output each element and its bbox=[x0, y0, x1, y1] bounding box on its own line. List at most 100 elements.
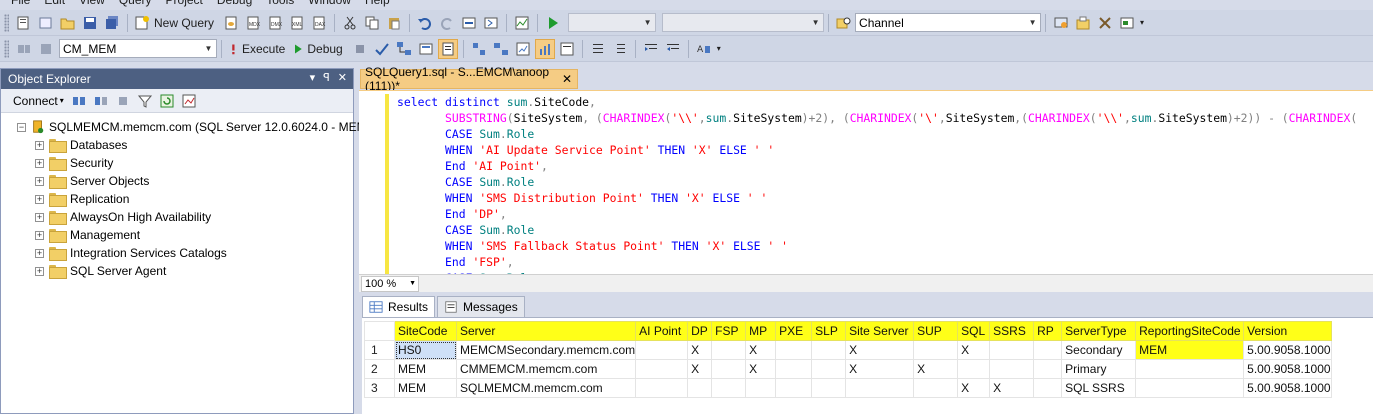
table-cell[interactable] bbox=[811, 378, 847, 398]
table-cell[interactable]: CMMEMCM.memcm.com bbox=[455, 359, 637, 379]
column-header[interactable]: AI Point bbox=[635, 321, 689, 341]
navigate-forward-icon[interactable] bbox=[481, 13, 501, 33]
live-query-statistics-icon[interactable] bbox=[513, 39, 533, 59]
filter-icon[interactable] bbox=[135, 91, 155, 111]
column-header[interactable]: SSRS bbox=[989, 321, 1035, 341]
navigate-back-icon[interactable] bbox=[459, 13, 479, 33]
table-cell[interactable]: HS0 bbox=[394, 340, 457, 360]
column-header[interactable]: SiteCode bbox=[394, 321, 457, 341]
table-cell[interactable]: MEM bbox=[394, 359, 457, 379]
tree-node-sql-server-agent[interactable]: + SQL Server Agent bbox=[1, 262, 353, 280]
solution-platform-combo[interactable]: ▼ bbox=[662, 13, 825, 32]
toolbar-grip[interactable] bbox=[4, 13, 9, 32]
zoom-combo[interactable]: 100 % ▼ bbox=[361, 276, 419, 292]
comment-out-icon[interactable] bbox=[588, 39, 608, 59]
registered-servers-icon[interactable] bbox=[1051, 13, 1071, 33]
display-estimated-plan-icon[interactable] bbox=[394, 39, 414, 59]
table-cell[interactable] bbox=[1033, 359, 1063, 379]
refresh-icon[interactable] bbox=[157, 91, 177, 111]
analysis-xmla-icon[interactable]: XML bbox=[287, 13, 307, 33]
expand-icon[interactable]: + bbox=[35, 266, 44, 276]
row-number[interactable]: 2 bbox=[364, 359, 395, 379]
table-cell[interactable]: Primary bbox=[1061, 359, 1137, 379]
table-cell[interactable] bbox=[957, 359, 991, 379]
tree-node-management[interactable]: + Management bbox=[1, 226, 353, 244]
table-cell[interactable]: 5.00.9058.1000 bbox=[1243, 340, 1333, 360]
table-cell[interactable]: X bbox=[957, 378, 991, 398]
table-cell[interactable] bbox=[635, 340, 689, 360]
expand-icon[interactable]: + bbox=[35, 176, 44, 186]
undo-icon[interactable] bbox=[415, 13, 435, 33]
table-cell[interactable]: 5.00.9058.1000 bbox=[1243, 359, 1333, 379]
column-header[interactable]: SQL bbox=[957, 321, 991, 341]
table-cell[interactable] bbox=[1033, 340, 1063, 360]
toolbar-overflow-chevron-icon[interactable]: ▾ bbox=[717, 44, 721, 53]
table-cell[interactable] bbox=[775, 340, 813, 360]
table-cell[interactable]: X bbox=[687, 340, 713, 360]
stop-icon[interactable] bbox=[113, 91, 133, 111]
debug-button[interactable]: Debug bbox=[307, 42, 342, 56]
column-header[interactable]: Server bbox=[455, 321, 637, 341]
specify-template-values-icon[interactable]: A bbox=[694, 39, 714, 59]
expand-icon[interactable]: + bbox=[35, 158, 44, 168]
save-all-icon[interactable] bbox=[102, 13, 122, 33]
include-actual-plan-icon[interactable] bbox=[491, 39, 511, 59]
intellisense-enabled-icon[interactable] bbox=[469, 39, 489, 59]
menu-item-window[interactable]: Window bbox=[301, 0, 358, 8]
table-cell[interactable]: X bbox=[745, 340, 777, 360]
table-cell[interactable]: X bbox=[957, 340, 991, 360]
table-cell[interactable] bbox=[745, 378, 777, 398]
tree-node-server[interactable]: − SQLMEMCM.memcm.com (SQL Server 12.0.60… bbox=[1, 118, 367, 136]
table-cell[interactable]: X bbox=[845, 340, 915, 360]
table-cell[interactable]: SQLMEMCM.memcm.com bbox=[455, 378, 637, 398]
results-to-text-icon[interactable] bbox=[557, 39, 577, 59]
column-header[interactable]: ServerType bbox=[1061, 321, 1137, 341]
table-cell[interactable] bbox=[711, 359, 747, 379]
column-header[interactable]: MP bbox=[745, 321, 777, 341]
channel-combo[interactable]: Channel ▼ bbox=[855, 13, 1042, 32]
activity-monitor-icon[interactable] bbox=[179, 91, 199, 111]
find-in-files-icon[interactable] bbox=[834, 13, 854, 33]
tree-node-databases[interactable]: + Databases bbox=[1, 136, 353, 154]
menu-item-help[interactable]: Help bbox=[358, 0, 397, 8]
table-cell[interactable]: Secondary bbox=[1061, 340, 1137, 360]
execute-icon[interactable] bbox=[227, 39, 239, 59]
table-cell[interactable]: X bbox=[913, 359, 959, 379]
tree-node-security[interactable]: + Security bbox=[1, 154, 353, 172]
db-engine-query-icon[interactable] bbox=[221, 13, 241, 33]
table-row[interactable]: 2 MEM CMMEMCM.memcm.com X X X X Primary 5.00.905… bbox=[364, 359, 1333, 379]
close-icon[interactable]: ✕ bbox=[562, 72, 572, 86]
table-cell[interactable]: X bbox=[687, 359, 713, 379]
table-cell[interactable] bbox=[711, 378, 747, 398]
table-cell[interactable] bbox=[775, 359, 813, 379]
menu-item-file[interactable]: File bbox=[4, 0, 37, 8]
table-cell[interactable] bbox=[811, 359, 847, 379]
connect-dropdown[interactable]: Connect bbox=[13, 94, 58, 108]
properties-tools-icon[interactable] bbox=[1095, 13, 1115, 33]
query-options-icon[interactable] bbox=[437, 38, 458, 59]
chevron-down-icon[interactable]: ▾ bbox=[60, 96, 64, 105]
available-databases-combo[interactable]: CM_MEM ▼ bbox=[59, 39, 217, 58]
tree-node-replication[interactable]: + Replication bbox=[1, 190, 353, 208]
collapse-icon[interactable]: − bbox=[17, 122, 26, 132]
menu-item-view[interactable]: View bbox=[72, 0, 112, 8]
expand-icon[interactable]: + bbox=[35, 230, 44, 240]
table-cell[interactable] bbox=[635, 359, 689, 379]
menu-item-edit[interactable]: Edit bbox=[37, 0, 72, 8]
activity-monitor-icon[interactable] bbox=[512, 13, 532, 33]
save-icon[interactable] bbox=[80, 13, 100, 33]
close-icon[interactable]: ✕ bbox=[338, 71, 347, 84]
tree-node-integration-services-catalogs[interactable]: + Integration Services Catalogs bbox=[1, 244, 353, 262]
solution-config-combo[interactable]: ▼ bbox=[568, 13, 657, 32]
table-cell[interactable]: 5.00.9058.1000 bbox=[1243, 378, 1333, 398]
row-number[interactable]: 1 bbox=[364, 340, 395, 360]
uncomment-icon[interactable] bbox=[610, 39, 630, 59]
execute-button[interactable]: Execute bbox=[242, 42, 285, 56]
tab-messages[interactable]: Messages bbox=[437, 296, 525, 318]
paste-icon[interactable] bbox=[384, 13, 404, 33]
table-cell[interactable] bbox=[1135, 378, 1245, 398]
table-cell[interactable] bbox=[845, 378, 915, 398]
toolbox-icon[interactable] bbox=[1117, 13, 1137, 33]
table-cell[interactable]: MEM bbox=[1135, 340, 1245, 360]
results-grid[interactable]: SiteCode Server AI Point DP FSP MP PXE SLP Site … bbox=[364, 321, 1333, 398]
